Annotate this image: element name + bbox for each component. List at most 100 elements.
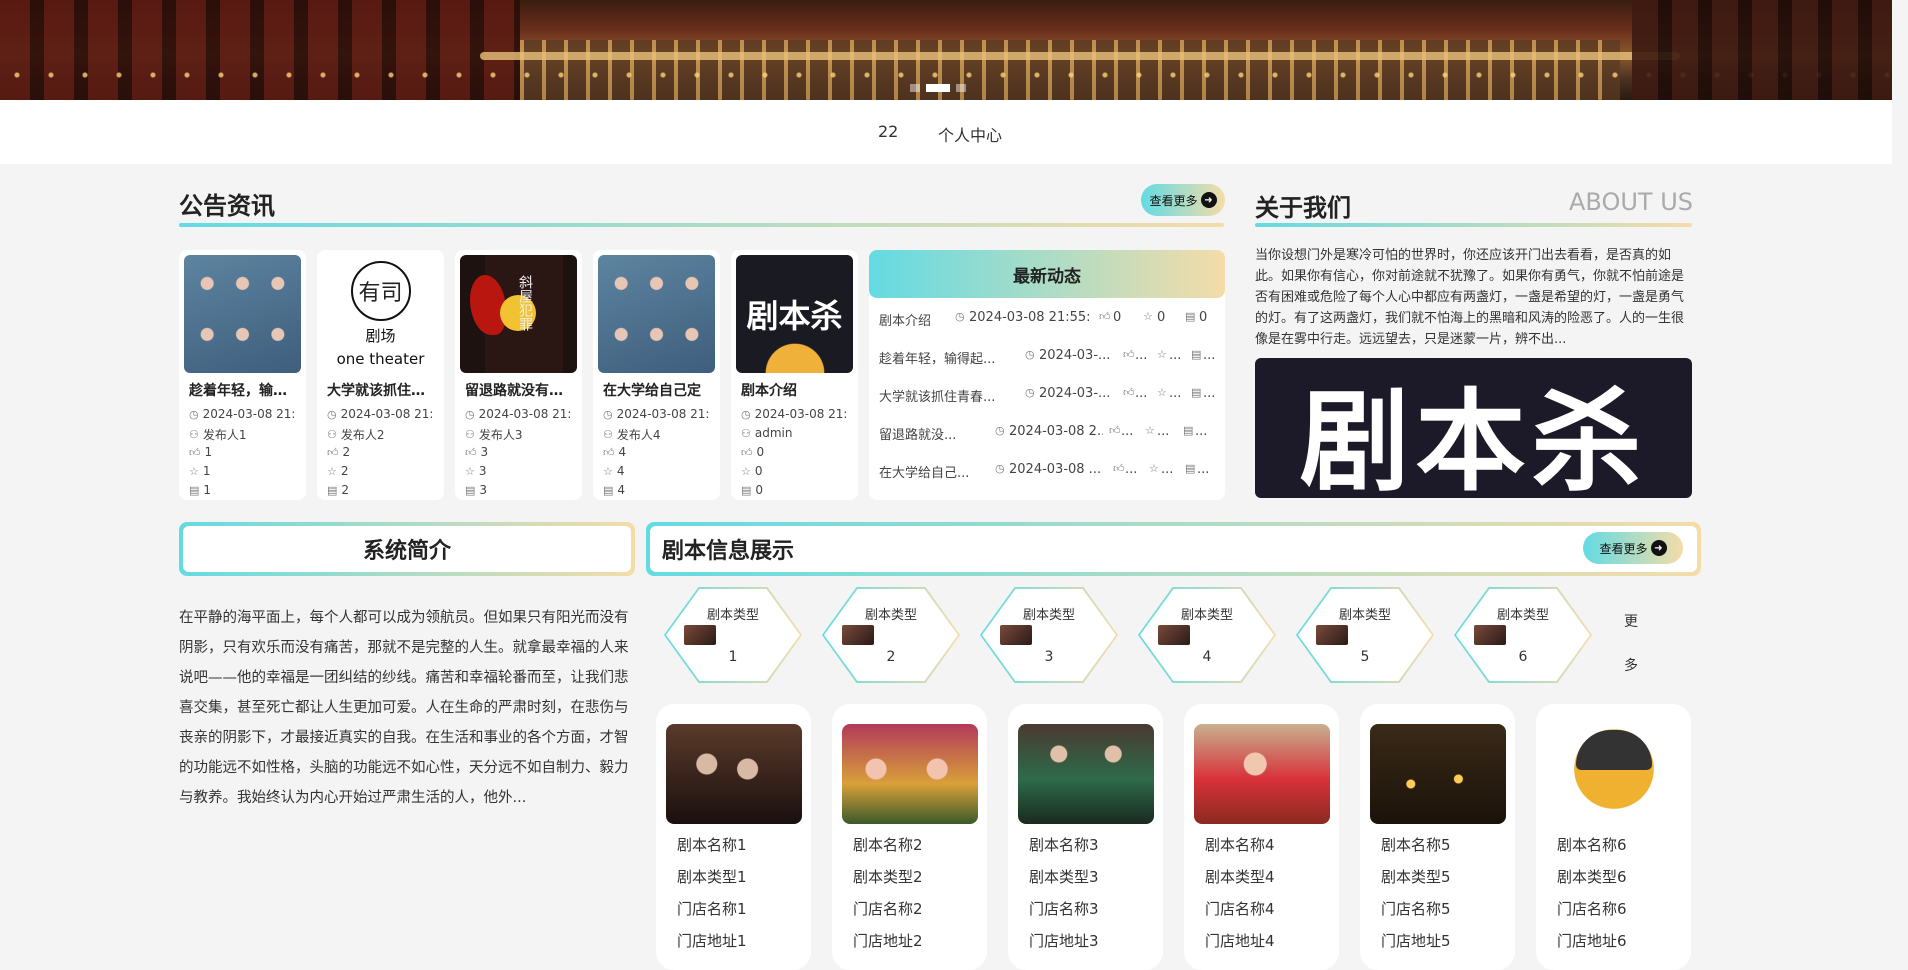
script-card-store: 门店名称3	[1029, 900, 1099, 918]
latest-row-comments: ...	[1197, 462, 1210, 477]
script-category[interactable]: 剧本类型 1	[664, 587, 802, 683]
news-card-likes: 2	[342, 445, 351, 459]
about-image: 剧本杀	[1255, 358, 1692, 498]
latest-row-time: 2024-03-...	[1039, 348, 1111, 363]
news-card-time: 2024-03-08 21:	[478, 407, 572, 421]
category-number: 6	[1518, 649, 1528, 665]
news-card-time-row: ◷ 2024-03-08 21:	[741, 407, 853, 421]
scripts-title: 剧本信息展示	[650, 526, 1697, 572]
news-card-title: 剧本介绍	[741, 383, 797, 399]
banner-rail	[480, 52, 1680, 60]
top-nav: 22 个人中心	[0, 100, 1892, 164]
news-card-title: 大学就该抓住青春	[327, 383, 437, 399]
news-more-button[interactable]: 查看更多 ➜	[1141, 184, 1225, 216]
theater-logo-en: one theater	[336, 349, 425, 368]
category-label: 剧本类型	[1022, 608, 1075, 623]
nav-item-personal-center[interactable]: 个人中心	[938, 122, 1002, 146]
script-category[interactable]: 剧本类型 4	[1138, 587, 1276, 683]
carousel-dot-active[interactable]	[926, 84, 950, 92]
latest-row-favs: ...	[1161, 462, 1174, 477]
script-card-store: 门店名称2	[853, 900, 923, 918]
news-card-favs-row: ☆ 3	[465, 464, 577, 478]
latest-row-title: 剧本介绍	[879, 314, 932, 329]
nav-item-22[interactable]: 22	[878, 122, 898, 141]
latest-news-row[interactable]: 在大学给自己... ◷ 2024-03-08 ... 👍︎ ... ☆ ... …	[879, 462, 1219, 484]
news-card-author-row: ⚇ 发布人3	[465, 426, 577, 443]
clock-icon: ◷	[1025, 386, 1035, 399]
thumb-up-icon: 👍︎	[189, 445, 201, 459]
category-label: 剧本类型	[1180, 608, 1233, 623]
latest-row-favs: ...	[1169, 386, 1182, 401]
script-card-image	[842, 724, 978, 824]
news-card[interactable]: 斜屋犯罪 留退路就没有退路 ◷ 2024-03-08 21: ⚇ 发布人3 👍︎ 3 …	[455, 250, 582, 500]
category-label: 剧本类型	[706, 608, 759, 623]
category-thumbnail	[1316, 625, 1348, 645]
latest-row-comments: ...	[1195, 424, 1208, 439]
user-icon: ⚇	[465, 428, 475, 441]
news-card-author: admin	[754, 426, 793, 440]
news-card-likes: 3	[480, 445, 489, 459]
latest-news-row[interactable]: 大学就该抓住青春... ◷ 2024-03-... 👍︎ ... ☆ ... ▤…	[879, 386, 1219, 408]
news-card-time-row: ◷ 2024-03-08 21:	[603, 407, 715, 421]
latest-row-favs: ...	[1157, 424, 1170, 439]
script-category[interactable]: 剧本类型 5	[1296, 587, 1434, 683]
carousel-dot[interactable]	[910, 84, 920, 92]
news-card-image: 剧本杀	[736, 255, 853, 373]
script-card[interactable]: 剧本名称4 剧本类型4 门店名称4 门店地址4	[1184, 704, 1339, 970]
news-card-likes-row: 👍︎ 2	[327, 445, 439, 459]
script-category[interactable]: 剧本类型 6	[1454, 587, 1592, 683]
script-category[interactable]: 剧本类型 3	[980, 587, 1118, 683]
latest-row-likes: ...	[1135, 348, 1148, 363]
script-card-name: 剧本名称1	[677, 836, 747, 854]
script-card[interactable]: 剧本名称2 剧本类型2 门店名称2 门店地址2	[832, 704, 987, 970]
script-card-name: 剧本名称6	[1557, 836, 1627, 854]
banner-carousel[interactable]	[0, 0, 1892, 100]
clock-icon: ◷	[189, 407, 199, 421]
news-card-favs-row: ☆ 4	[603, 464, 715, 478]
comment-icon: ▤	[465, 483, 476, 497]
script-category[interactable]: 剧本类型 2	[822, 587, 960, 683]
clock-icon: ◷	[995, 424, 1005, 437]
theater-logo: 有司	[350, 260, 411, 321]
script-card[interactable]: 剧本名称5 剧本类型5 门店名称5 门店地址5	[1360, 704, 1515, 970]
latest-news-row[interactable]: 剧本介绍 ◷ 2024-03-08 21:55:47 👍︎ 0 ☆ 0 ▤ 0	[879, 310, 1219, 332]
latest-row-time: 2024-03-08 2...	[1009, 424, 1103, 439]
news-card-author: 发布人2	[340, 428, 385, 442]
news-card[interactable]: 在大学给自己定 ◷ 2024-03-08 21: ⚇ 发布人4 👍︎ 4 ☆ 4 ▤ 4	[593, 250, 720, 500]
news-card-image	[184, 255, 301, 373]
thumb-up-icon: 👍︎	[465, 445, 477, 459]
news-card-comments: 0	[755, 483, 764, 497]
news-card-comments-row: ▤ 1	[189, 483, 301, 497]
carousel-dot[interactable]	[956, 84, 966, 92]
scripts-more-button[interactable]: 查看更多 ➜	[1583, 532, 1683, 564]
news-card-favs: 3	[478, 464, 487, 478]
category-number: 4	[1202, 649, 1212, 665]
news-card-favs-row: ☆ 0	[741, 464, 853, 478]
script-card-name: 剧本名称5	[1381, 836, 1451, 854]
news-card[interactable]: 趁着年轻，输得起 ◷ 2024-03-08 21: ⚇ 发布人1 👍︎ 1 ☆ 1 ▤ 1	[179, 250, 306, 500]
news-card-time: 2024-03-08 21:	[340, 407, 434, 421]
news-card-comments: 4	[617, 483, 626, 497]
clock-icon: ◷	[741, 407, 751, 421]
latest-news-row[interactable]: 留退路就没... ◷ 2024-03-08 2... 👍︎ ... ☆ ... …	[879, 424, 1219, 446]
script-card[interactable]: 剧本名称1 剧本类型1 门店名称1 门店地址1	[656, 704, 811, 970]
news-card-likes: 0	[756, 445, 765, 459]
script-card[interactable]: 剧本名称3 剧本类型3 门店名称3 门店地址3	[1008, 704, 1163, 970]
latest-row-likes: ...	[1125, 462, 1138, 477]
latest-news-row[interactable]: 趁着年轻，输得起... ◷ 2024-03-... 👍︎ ... ☆ ... ▤…	[879, 348, 1219, 370]
scripts-header: 剧本信息展示	[646, 522, 1701, 576]
star-icon: ☆	[603, 464, 613, 478]
news-card-time: 2024-03-08 21:	[616, 407, 710, 421]
user-icon: ⚇	[327, 428, 337, 441]
script-card[interactable]: 剧本名称6 剧本类型6 门店名称6 门店地址6	[1536, 704, 1691, 970]
user-icon: ⚇	[603, 428, 613, 441]
news-card-image: 斜屋犯罪	[460, 255, 577, 373]
news-card-likes: 1	[204, 445, 213, 459]
categories-more-link[interactable]: 更 多	[1624, 600, 1644, 688]
script-card-address: 门店地址5	[1381, 932, 1451, 950]
news-card[interactable]: 剧本杀 剧本介绍 ◷ 2024-03-08 21: ⚇ admin 👍︎ 0 ☆ 0 ▤…	[731, 250, 858, 500]
news-card[interactable]: 有司 剧场 one theater 大学就该抓住青春 ◷ 2024-03-08 2…	[317, 250, 444, 500]
news-card-comments: 3	[479, 483, 488, 497]
intro-text: 在平静的海平面上，每个人都可以成为领航员。但如果只有阳光而没有阴影，只有欢乐而没…	[179, 610, 629, 806]
star-icon: ☆	[465, 464, 475, 478]
